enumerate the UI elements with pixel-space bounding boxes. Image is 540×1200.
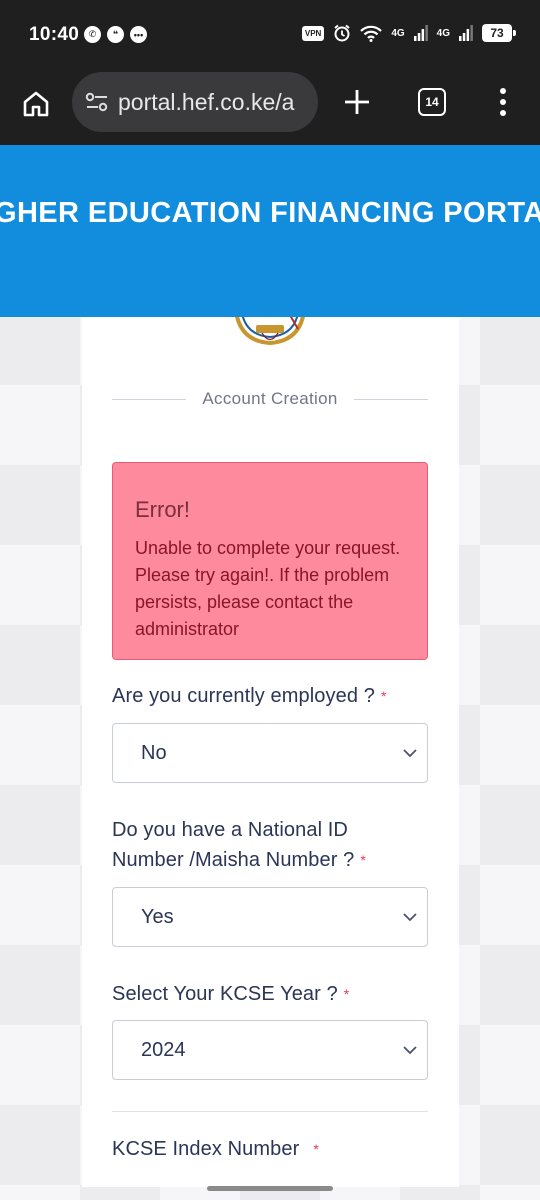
alarm-icon (334, 24, 350, 42)
required-marker: * (313, 1141, 319, 1157)
signal-icon (413, 25, 428, 41)
home-icon (23, 91, 49, 117)
employed-select[interactable]: No (112, 723, 428, 783)
required-marker: * (343, 986, 350, 1002)
form-divider (112, 1111, 428, 1112)
national-id-value: Yes (141, 905, 174, 928)
national-id-label-text: Do you have a National ID Number /Maisha… (112, 819, 355, 871)
banner-title: GHER EDUCATION FINANCING PORTA (0, 197, 540, 229)
account-creation-card: Account Creation Error! Unable to comple… (82, 317, 459, 1187)
menu-dot-icon (500, 99, 506, 105)
portal-banner: GHER EDUCATION FINANCING PORTA (0, 145, 540, 317)
alert-message: Unable to complete your request. Please … (135, 538, 401, 639)
tab-switcher-button[interactable]: 14 (418, 88, 446, 116)
required-marker: * (380, 688, 387, 704)
section-divider: Account Creation (112, 387, 428, 411)
browser-toolbar: portal.hef.co.ke/a 14 (0, 70, 540, 145)
employed-label-text: Are you currently employed ? (112, 685, 375, 707)
kcse-index-label-text: KCSE Index Number (112, 1138, 300, 1160)
signal-icon-2 (459, 25, 473, 41)
status-time: 10:40 (29, 24, 80, 45)
kcse-year-select[interactable]: 2024 (112, 1020, 428, 1080)
plus-icon (345, 90, 369, 114)
kcse-year-label-text: Select Your KCSE Year ? (112, 983, 338, 1005)
wifi-icon (360, 25, 383, 42)
network-4g-label: 4G (391, 27, 405, 39)
national-id-select[interactable]: Yes (112, 887, 428, 947)
error-alert: Error! Unable to complete your request. … (112, 462, 428, 660)
kcse-year-value: 2024 (141, 1038, 186, 1061)
chat-icon: ❝ (107, 26, 124, 43)
national-id-label: Do you have a National ID Number /Maisha… (112, 815, 412, 875)
system-icons: VPN 4G 4G 73 (301, 24, 516, 42)
alert-title: Error! (135, 497, 190, 522)
home-button[interactable] (18, 86, 54, 122)
site-settings-icon[interactable] (84, 89, 110, 115)
employed-label: Are you currently employed ? * (112, 681, 428, 711)
whatsapp-icon: ✆ (84, 26, 101, 43)
network-4g-label-2: 4G (436, 27, 450, 39)
url-text: portal.hef.co.ke/a (118, 88, 295, 115)
chevron-down-icon (403, 1046, 417, 1055)
kcse-index-label: KCSE Index Number * (112, 1134, 428, 1164)
chevron-down-icon (403, 749, 417, 758)
more-menu-button[interactable] (492, 84, 514, 120)
menu-dot-icon (500, 88, 506, 94)
messages-icon: ••• (130, 26, 147, 43)
menu-dot-icon (500, 110, 506, 116)
kenya-logo (235, 317, 305, 346)
gesture-bar[interactable] (207, 1186, 333, 1191)
divider-line (353, 398, 428, 400)
section-title: Account Creation (202, 389, 338, 408)
chevron-down-icon (403, 913, 417, 922)
notification-icons: ✆ ❝ ••• (84, 26, 147, 43)
address-bar[interactable]: portal.hef.co.ke/a (72, 72, 318, 132)
status-bar: 10:40 ✆ ❝ ••• VPN 4G 4G 73 (0, 0, 540, 70)
employed-value: No (141, 741, 167, 764)
battery-icon: 73 (482, 24, 516, 42)
required-marker: * (360, 852, 366, 868)
vpn-icon: VPN (301, 25, 325, 41)
kcse-year-label: Select Your KCSE Year ? * (112, 979, 428, 1009)
new-tab-button[interactable] (340, 85, 374, 119)
divider-line (112, 398, 187, 400)
